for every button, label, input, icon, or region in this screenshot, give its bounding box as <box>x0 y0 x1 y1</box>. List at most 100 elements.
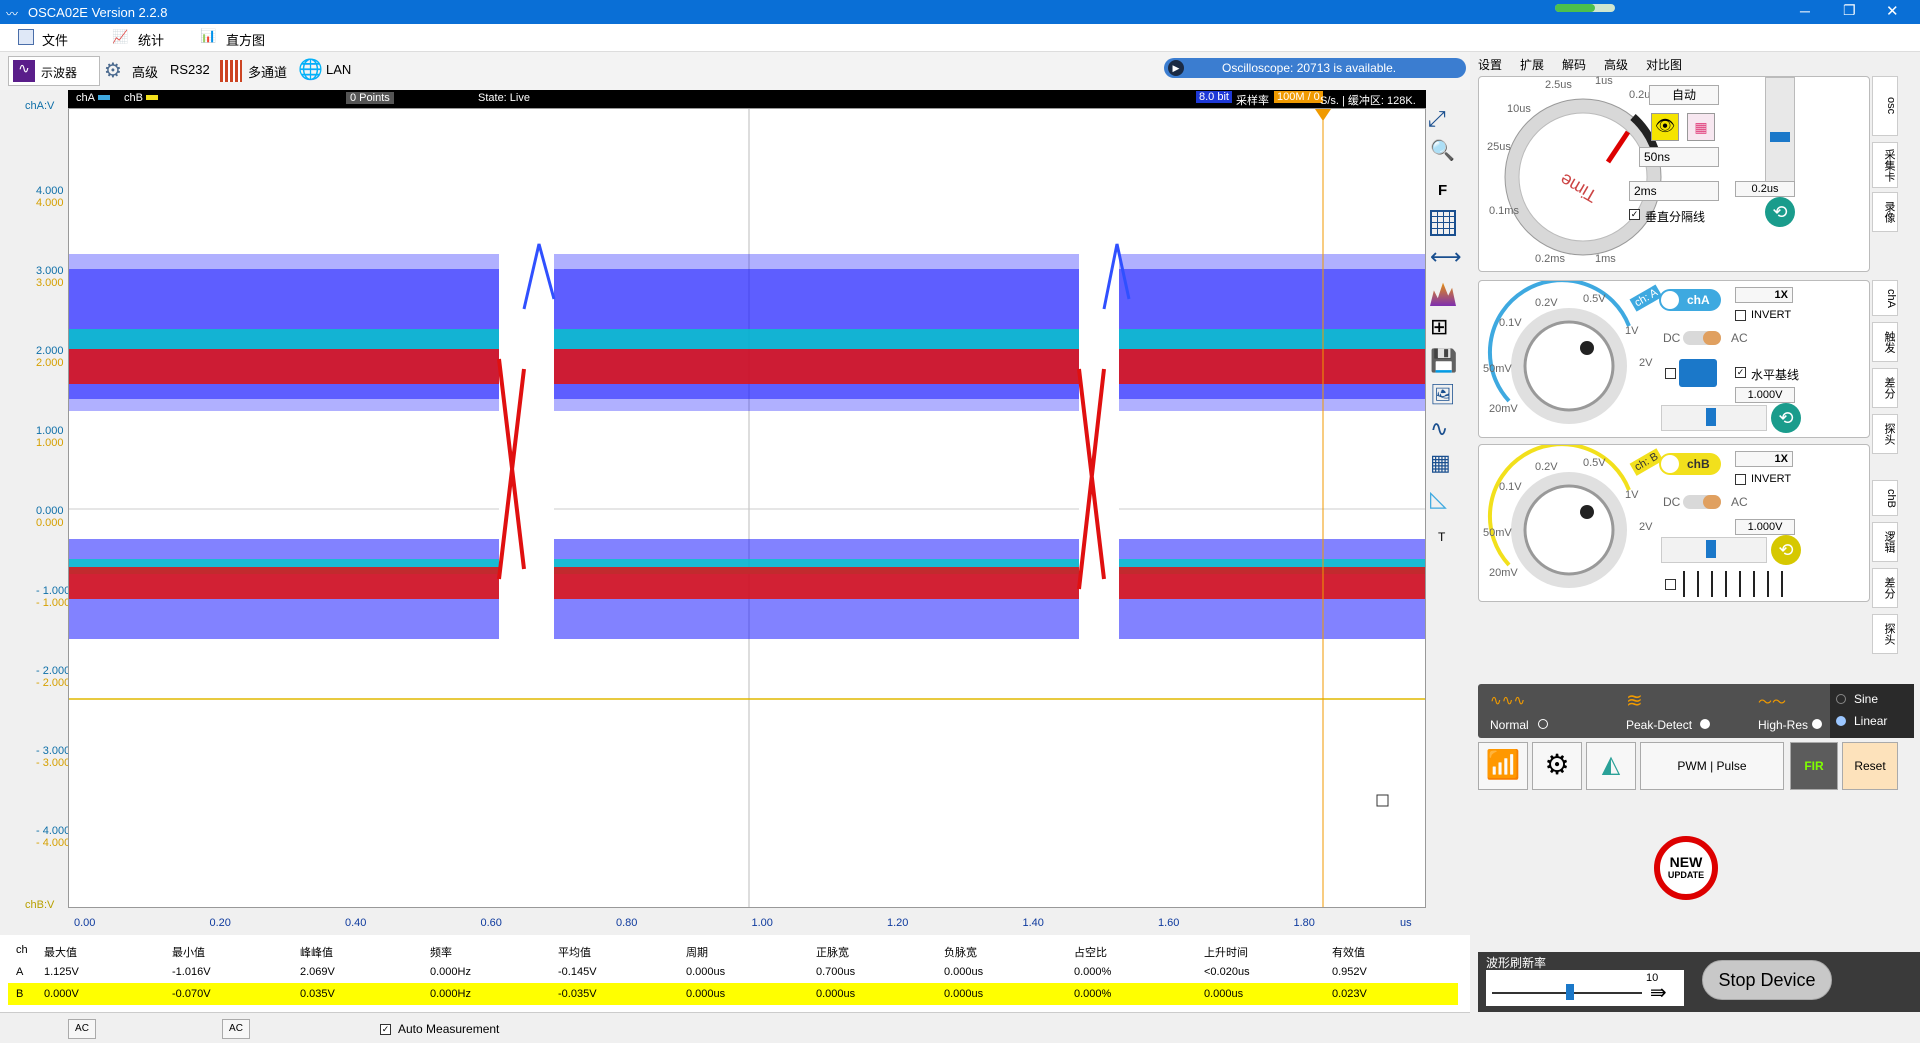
normal-radio[interactable] <box>1538 719 1548 729</box>
cha-wave-checkbox[interactable] <box>1665 368 1676 379</box>
area-chart-button[interactable]: ◭ <box>1586 742 1636 790</box>
mode-normal[interactable]: Normal <box>1490 718 1529 732</box>
ac-button-1[interactable]: AC <box>68 1019 96 1039</box>
reset-button[interactable]: Reset <box>1842 742 1898 790</box>
grid-checkbox[interactable]: ✓ <box>1629 209 1640 220</box>
tab-osc[interactable]: ∿ 示波器 <box>8 56 100 86</box>
t-icon[interactable]: T <box>1438 530 1445 544</box>
sine-radio[interactable] <box>1836 694 1846 704</box>
grid-color-button[interactable]: ▦ <box>1687 113 1715 141</box>
cha-knob[interactable] <box>1479 281 1649 439</box>
chb-dc-ac-toggle[interactable] <box>1683 495 1721 509</box>
tab-2[interactable]: 解码 <box>1562 56 1586 73</box>
chb-knob[interactable] <box>1479 445 1649 603</box>
fit-icon[interactable]: ⤢ <box>1428 106 1446 132</box>
gear-icon: ⚙ <box>104 60 122 82</box>
play-icon[interactable]: ▶ <box>1168 60 1184 76</box>
time-value[interactable]: 0.2us <box>1735 181 1795 197</box>
y-tick-a: 1.000 <box>36 425 64 437</box>
table-icon[interactable]: ▦ <box>1430 450 1451 476</box>
side-tab-diff2[interactable]: 差分 <box>1872 568 1898 608</box>
chb-volt-value[interactable]: 1.000V <box>1735 519 1795 535</box>
eye-button[interactable]: 👁 <box>1651 113 1679 141</box>
menu-histogram[interactable]: 直方图 <box>226 30 265 49</box>
hires-radio[interactable] <box>1812 719 1822 729</box>
side-tab-record[interactable]: 录像 <box>1872 192 1898 232</box>
linear-radio[interactable] <box>1836 716 1846 726</box>
cha-slider-handle[interactable] <box>1706 408 1716 426</box>
time-reset-icon[interactable]: ⟲ <box>1765 197 1795 227</box>
close-icon[interactable]: ✕ <box>1886 2 1899 20</box>
side-tab-logic[interactable]: 逻辑 <box>1872 522 1898 562</box>
cha-slider[interactable] <box>1661 405 1767 431</box>
settings-gear-button[interactable]: ⚙ <box>1532 742 1582 790</box>
interp-linear[interactable]: Linear <box>1854 714 1887 728</box>
side-tab-probe2[interactable]: 探头 <box>1872 614 1898 654</box>
side-tab-diff[interactable]: 差分 <box>1872 368 1898 408</box>
update-badge[interactable]: NEW UPDATE <box>1654 836 1718 900</box>
cha-invert-checkbox[interactable] <box>1735 310 1746 321</box>
time-slider-handle[interactable] <box>1770 132 1790 142</box>
mode-hires[interactable]: High-Res <box>1758 718 1808 732</box>
cha-scale-select[interactable]: 1X <box>1735 287 1793 303</box>
side-tab-trigger[interactable]: 触发 <box>1872 322 1898 362</box>
tab-osc-label: 示波器 <box>41 66 78 80</box>
chb-slider[interactable] <box>1661 537 1767 563</box>
x-tick: 1.00 <box>751 917 773 929</box>
side-tab-chb[interactable]: chB <box>1872 480 1898 516</box>
span-select[interactable]: 2ms <box>1629 181 1719 201</box>
triangle-ruler-icon[interactable]: ◺ <box>1430 486 1447 512</box>
tab-3[interactable]: 高级 <box>1604 56 1628 73</box>
refresh-handle[interactable] <box>1566 984 1574 1000</box>
peak-radio[interactable] <box>1700 719 1710 729</box>
cha-reset-icon[interactable]: ⟲ <box>1771 403 1801 433</box>
mode-peak[interactable]: Peak-Detect <box>1626 718 1692 732</box>
menu-stats[interactable]: 统计 <box>138 30 164 49</box>
chb-logic-checkbox[interactable] <box>1665 579 1676 590</box>
auto-measure-checkbox[interactable]: ✓ <box>380 1024 391 1035</box>
chb-scale-select[interactable]: 1X <box>1735 451 1793 467</box>
tab-rs232[interactable]: RS232 <box>170 62 210 77</box>
chb-invert-checkbox[interactable] <box>1735 474 1746 485</box>
grid-view-icon[interactable] <box>1430 210 1456 236</box>
tab-multichannel[interactable]: 多通道 <box>248 62 287 81</box>
chb-toggle[interactable]: chB <box>1659 453 1721 475</box>
side-tab-probe[interactable]: 探头 <box>1872 414 1898 454</box>
cha-toggle[interactable]: chA <box>1659 289 1721 311</box>
cha-baseline-checkbox[interactable]: ✓ <box>1735 367 1746 378</box>
cha-dc-ac-toggle[interactable] <box>1683 331 1721 345</box>
calculator-icon[interactable]: ⊞ <box>1430 314 1448 340</box>
chb-reset-icon[interactable]: ⟲ <box>1771 535 1801 565</box>
minimize-icon[interactable]: ─ <box>1800 3 1810 19</box>
tab-lan[interactable]: LAN <box>326 62 351 77</box>
spectrum-icon[interactable] <box>1430 282 1456 306</box>
maximize-icon[interactable]: ❐ <box>1843 2 1856 19</box>
plot-area[interactable] <box>68 108 1426 908</box>
pwm-button[interactable]: PWM | Pulse <box>1640 742 1784 790</box>
side-tab-osc[interactable]: osc <box>1872 76 1898 136</box>
tab-0[interactable]: 设置 <box>1478 56 1502 73</box>
horizontal-measure-icon[interactable]: ⟷ <box>1430 244 1462 270</box>
div-select[interactable]: 50ns <box>1639 147 1719 167</box>
auto-button[interactable]: 自动 <box>1649 85 1719 105</box>
wave-icon[interactable]: ∿ <box>1430 416 1448 442</box>
f-icon[interactable]: F <box>1438 182 1447 199</box>
side-tab-cha[interactable]: chA <box>1872 280 1898 316</box>
side-tab-capture[interactable]: 采集卡 <box>1872 142 1898 188</box>
bar-chart-button[interactable]: 📶 <box>1478 742 1528 790</box>
interp-sine[interactable]: Sine <box>1854 692 1878 706</box>
ac-button-2[interactable]: AC <box>222 1019 250 1039</box>
tab-advanced[interactable]: 高级 <box>132 62 158 81</box>
save-icon[interactable]: 💾 <box>1430 348 1457 374</box>
chb-slider-handle[interactable] <box>1706 540 1716 558</box>
fir-button[interactable]: FIR <box>1790 742 1838 790</box>
tab-4[interactable]: 对比图 <box>1646 56 1682 73</box>
time-slider[interactable] <box>1765 77 1795 187</box>
image-icon[interactable]: 🖼 <box>1430 382 1455 407</box>
zoom-icon[interactable]: 🔍 <box>1430 138 1455 163</box>
stop-device-button[interactable]: Stop Device <box>1702 960 1832 1000</box>
refresh-slider[interactable]: 10 ⇛ <box>1486 970 1684 1006</box>
tab-1[interactable]: 扩展 <box>1520 56 1544 73</box>
menu-file[interactable]: 文件 <box>42 30 68 49</box>
cha-volt-value[interactable]: 1.000V <box>1735 387 1795 403</box>
